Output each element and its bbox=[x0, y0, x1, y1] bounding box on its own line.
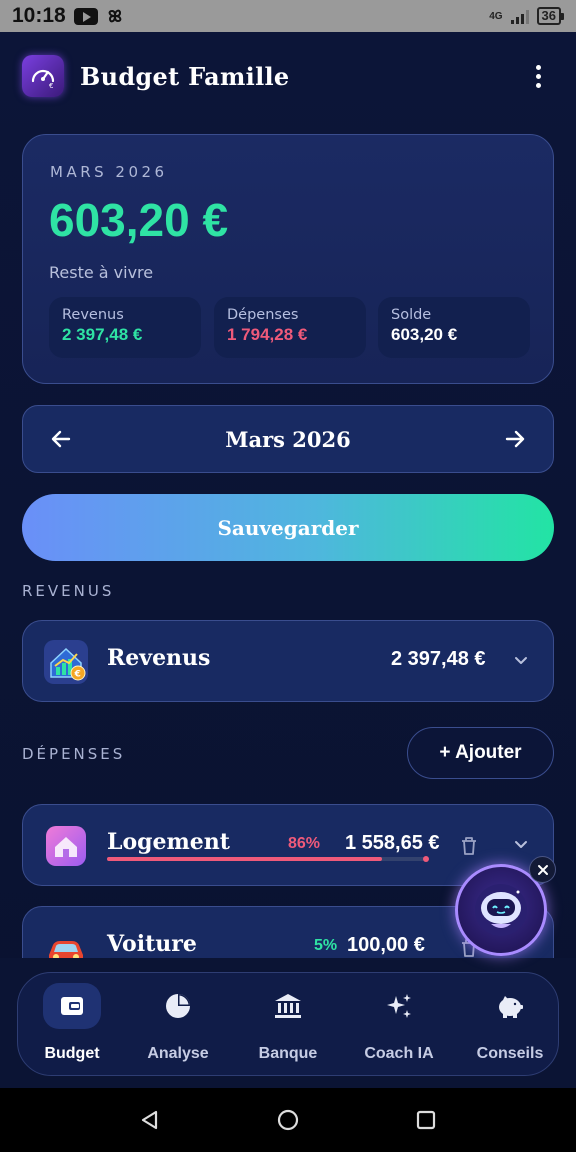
save-button-label: Sauvegarder bbox=[217, 515, 359, 540]
status-time: 10:18 bbox=[12, 4, 66, 27]
summary-month-label: MARS 2026 bbox=[50, 163, 168, 181]
nav-coach-ia[interactable]: Coach IA bbox=[345, 973, 453, 1077]
app-screen: € Budget Famille MARS 2026 603,20 € Rest… bbox=[0, 32, 576, 1088]
remaining-amount: 603,20 € bbox=[49, 194, 229, 246]
status-right: 4G 36 bbox=[489, 7, 564, 25]
dot bbox=[535, 82, 541, 88]
expense-progress-fill bbox=[107, 857, 383, 861]
signal-icon bbox=[510, 8, 529, 24]
solde-stat: Solde 603,20 € bbox=[378, 297, 530, 358]
battery-icon: 36 bbox=[536, 7, 564, 25]
previous-month-button[interactable] bbox=[47, 425, 75, 453]
revenus-category-amount: 2 397,48 € bbox=[391, 648, 486, 670]
revenus-stat-value: 2 397,48 € bbox=[62, 325, 143, 344]
close-icon bbox=[537, 864, 548, 875]
nav-conseils-label: Conseils bbox=[476, 1045, 544, 1062]
nav-budget-label: Budget bbox=[44, 1045, 100, 1062]
robot-assistant-icon bbox=[475, 884, 527, 936]
expense-name: Voiture bbox=[107, 931, 197, 957]
save-button[interactable]: Sauvegarder bbox=[22, 494, 554, 561]
month-selector: Mars 2026 bbox=[22, 405, 554, 473]
bottom-navigation: Budget Analyse Banque Coach IA Conseils bbox=[17, 972, 559, 1076]
dot bbox=[535, 73, 541, 79]
arrow-right-icon bbox=[505, 430, 525, 448]
expense-amount: 100,00 € bbox=[347, 934, 425, 956]
expense-amount: 1 558,65 € bbox=[345, 832, 440, 854]
chevron-down-icon[interactable] bbox=[510, 833, 532, 855]
nav-banque[interactable]: Banque bbox=[234, 973, 342, 1077]
delete-icon[interactable] bbox=[459, 835, 479, 857]
system-navigation-bar bbox=[0, 1088, 576, 1152]
expense-progress-track bbox=[107, 856, 429, 862]
network-label: 4G bbox=[489, 10, 503, 22]
more-menu-button[interactable] bbox=[522, 56, 554, 96]
revenus-section-label: REVENUS bbox=[22, 582, 115, 600]
income-house-chart-icon: € bbox=[44, 640, 88, 684]
revenus-category-name: Revenus bbox=[107, 645, 211, 671]
wallet-icon bbox=[61, 997, 83, 1015]
revenus-stat: Revenus 2 397,48 € bbox=[49, 297, 201, 358]
remaining-label: Reste à vivre bbox=[49, 263, 154, 282]
svg-text:€: € bbox=[74, 670, 81, 680]
home-icon[interactable] bbox=[276, 1108, 300, 1132]
expense-percent: 5% bbox=[314, 937, 338, 954]
app-title: Budget Famille bbox=[80, 61, 290, 91]
nav-conseils[interactable]: Conseils bbox=[456, 973, 564, 1077]
bank-icon bbox=[275, 994, 301, 1018]
add-expense-label: + Ajouter bbox=[439, 742, 522, 763]
depenses-section-label: DÉPENSES bbox=[22, 745, 126, 763]
battery-level: 36 bbox=[536, 7, 561, 25]
expense-percent: 86% bbox=[288, 835, 321, 852]
nav-budget[interactable]: Budget bbox=[18, 973, 126, 1077]
revenus-stat-label: Revenus bbox=[62, 307, 124, 323]
add-expense-button[interactable]: + Ajouter bbox=[407, 727, 554, 779]
nav-analyse-label: Analyse bbox=[147, 1045, 209, 1062]
header: € Budget Famille bbox=[22, 54, 554, 98]
youtube-icon bbox=[73, 7, 98, 25]
pie-chart-icon bbox=[166, 994, 190, 1018]
svg-text:€: € bbox=[49, 82, 53, 90]
expense-name: Logement bbox=[107, 829, 230, 855]
monthly-summary-card: MARS 2026 603,20 € Reste à vivre Revenus… bbox=[22, 134, 554, 384]
solde-stat-label: Solde bbox=[391, 307, 432, 323]
chevron-down-icon[interactable] bbox=[510, 649, 532, 671]
speedometer-logo-icon: € bbox=[22, 55, 64, 97]
dot bbox=[535, 64, 541, 70]
sparkles-icon bbox=[387, 994, 411, 1018]
back-icon[interactable] bbox=[138, 1108, 162, 1132]
expense-progress-end bbox=[423, 856, 429, 862]
nav-banque-label: Banque bbox=[258, 1045, 318, 1062]
arrow-left-icon bbox=[51, 430, 71, 448]
depenses-stat-label: Dépenses bbox=[227, 307, 299, 323]
next-month-button[interactable] bbox=[501, 425, 529, 453]
depenses-stat: Dépenses 1 794,28 € bbox=[214, 297, 366, 358]
depenses-stat-value: 1 794,28 € bbox=[227, 325, 308, 344]
piggy-bank-icon bbox=[499, 996, 523, 1018]
status-bar: 10:18 4G 36 bbox=[0, 0, 576, 32]
current-month-title: Mars 2026 bbox=[225, 426, 351, 452]
recents-icon[interactable] bbox=[414, 1108, 438, 1132]
close-coach-button[interactable] bbox=[529, 856, 556, 883]
nav-analyse[interactable]: Analyse bbox=[124, 973, 232, 1077]
notification-icons bbox=[73, 5, 126, 27]
pinwheel-icon bbox=[108, 9, 122, 23]
nav-coach-ia-label: Coach IA bbox=[364, 1045, 434, 1062]
house-icon bbox=[46, 826, 86, 866]
solde-stat-value: 603,20 € bbox=[391, 325, 458, 344]
revenus-category-card[interactable]: € Revenus 2 397,48 € bbox=[22, 620, 554, 702]
